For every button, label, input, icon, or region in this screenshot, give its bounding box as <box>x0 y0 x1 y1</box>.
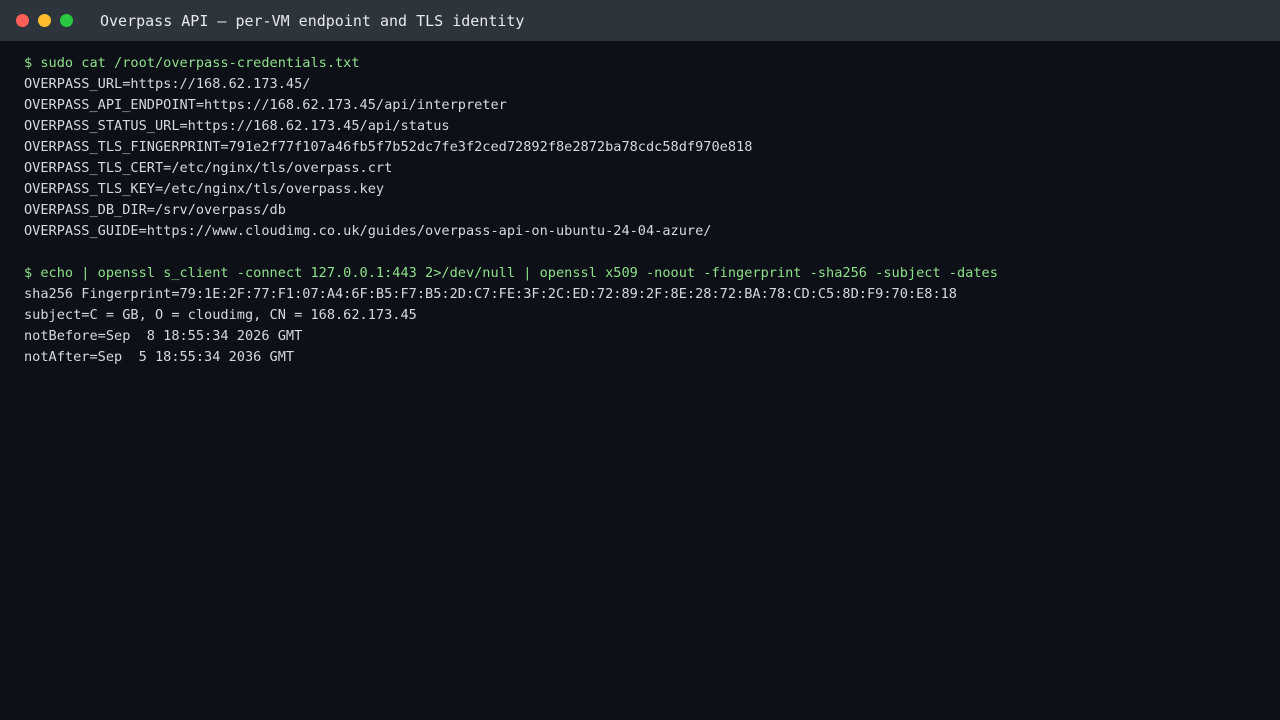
command-line: $ echo | openssl s_client -connect 127.0… <box>24 265 998 281</box>
maximize-button[interactable] <box>60 14 73 27</box>
window-controls <box>16 14 82 27</box>
output-line: OVERPASS_DB_DIR=/srv/overpass/db <box>24 202 286 218</box>
window-title: Overpass API — per-VM endpoint and TLS i… <box>100 12 525 30</box>
output-line: notAfter=Sep 5 18:55:34 2036 GMT <box>24 349 295 365</box>
output-line: OVERPASS_STATUS_URL=https://168.62.173.4… <box>24 118 450 134</box>
output-line: OVERPASS_GUIDE=https://www.cloudimg.co.u… <box>24 223 712 239</box>
output-line: OVERPASS_TLS_CERT=/etc/nginx/tls/overpas… <box>24 160 393 176</box>
close-button[interactable] <box>16 14 29 27</box>
output-line: sha256 Fingerprint=79:1E:2F:77:F1:07:A4:… <box>24 286 957 302</box>
output-line: OVERPASS_TLS_FINGERPRINT=791e2f77f107a46… <box>24 139 753 155</box>
output-line: OVERPASS_API_ENDPOINT=https://168.62.173… <box>24 97 507 113</box>
terminal-output[interactable]: $ sudo cat /root/overpass-credentials.tx… <box>24 53 1256 368</box>
minimize-button[interactable] <box>38 14 51 27</box>
terminal-window: Overpass API — per-VM endpoint and TLS i… <box>0 0 1280 720</box>
output-line: subject=C = GB, O = cloudimg, CN = 168.6… <box>24 307 417 323</box>
title-bar: Overpass API — per-VM endpoint and TLS i… <box>0 0 1280 41</box>
output-line: notBefore=Sep 8 18:55:34 2026 GMT <box>24 328 303 344</box>
output-line: OVERPASS_TLS_KEY=/etc/nginx/tls/overpass… <box>24 181 385 197</box>
command-line: $ sudo cat /root/overpass-credentials.tx… <box>24 55 360 71</box>
output-line: OVERPASS_URL=https://168.62.173.45/ <box>24 76 311 92</box>
